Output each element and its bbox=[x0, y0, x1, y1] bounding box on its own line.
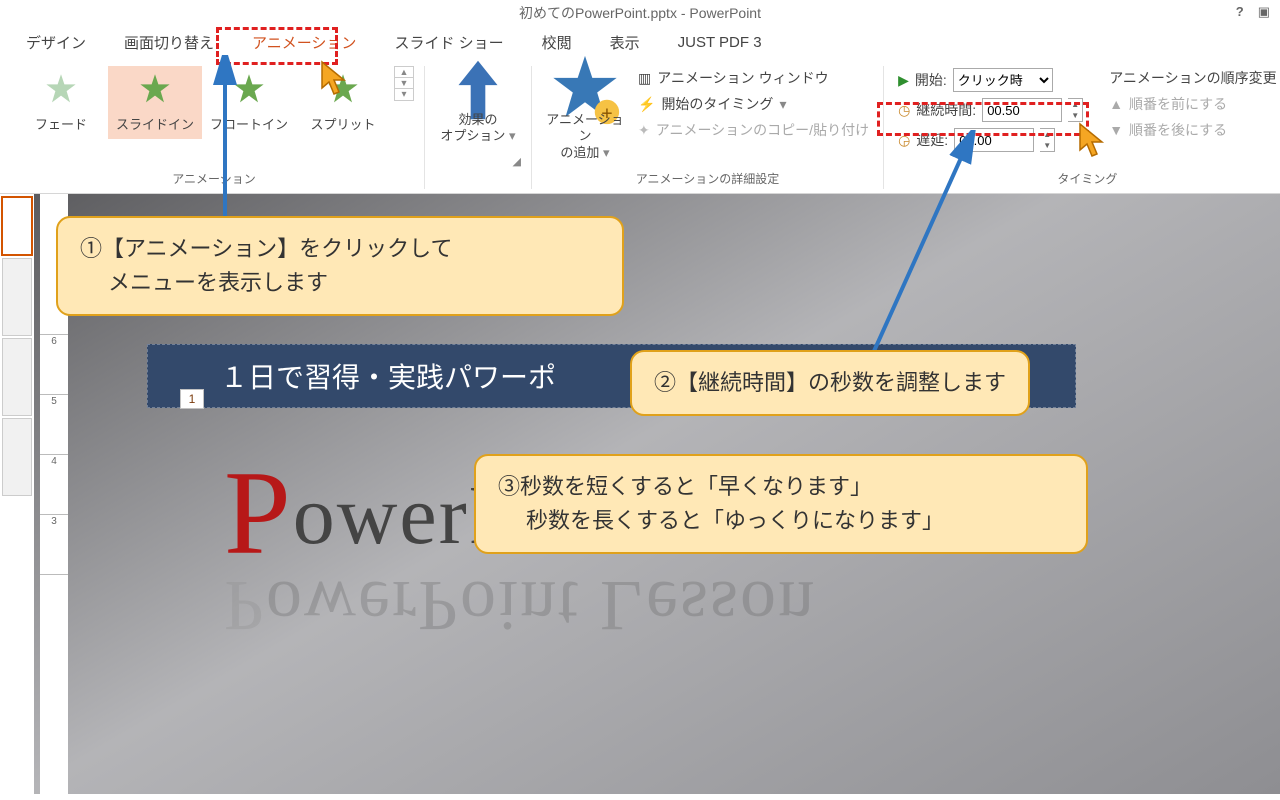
gallery-more-button[interactable]: ▲▼▾ bbox=[394, 66, 414, 101]
reorder-title: アニメーションの順序変更 bbox=[1109, 68, 1276, 88]
callout-step-2: ②【継続時間】の秒数を調整します bbox=[630, 350, 1030, 416]
callout-step-1: ①【アニメーション】をクリックして メニューを表示します bbox=[56, 216, 624, 316]
help-icon[interactable]: ? bbox=[1236, 4, 1244, 20]
add-animation-button[interactable]: + アニメーション の追加 ▾ bbox=[542, 66, 628, 165]
title-bar: 初めてのPowerPoint.pptx - PowerPoint ? ▣ bbox=[0, 0, 1280, 26]
tab-animations[interactable]: アニメーション bbox=[236, 26, 372, 59]
up-triangle-icon: ▲ bbox=[1109, 96, 1123, 112]
star-plus-icon: + bbox=[546, 70, 624, 110]
star-icon bbox=[43, 72, 79, 108]
pane-icon: ▥ bbox=[638, 70, 651, 87]
slide-thumb-3[interactable] bbox=[2, 338, 32, 416]
brush-icon: ✦ bbox=[638, 122, 650, 139]
clock-delay-icon: ◶ bbox=[898, 132, 910, 149]
delay-spinner[interactable]: ▲▼ bbox=[1040, 128, 1055, 152]
duration-input[interactable] bbox=[982, 98, 1062, 122]
lightning-icon: ⚡ bbox=[638, 96, 655, 113]
window-title: 初めてのPowerPoint.pptx - PowerPoint bbox=[519, 3, 761, 23]
start-row: ▶ 開始: クリック時 bbox=[898, 68, 1083, 92]
clock-icon: ◷ bbox=[898, 102, 910, 119]
ribbon: フェードスライドインフロートインスプリット▲▼▾ アニメーション 効果の オプシ… bbox=[0, 58, 1280, 194]
animation-effect-フロートイン[interactable]: フロートイン bbox=[202, 66, 296, 139]
slide-thumbnails[interactable] bbox=[0, 194, 35, 794]
down-triangle-icon: ▼ bbox=[1109, 122, 1123, 138]
tab-transitions[interactable]: 画面切り替え bbox=[108, 26, 230, 59]
duration-row: ◷ 継続時間: ▲▼ bbox=[898, 98, 1083, 122]
effect-options-button[interactable]: 効果の オプション ▾ bbox=[435, 66, 521, 149]
animation-effect-フェード[interactable]: フェード bbox=[14, 66, 108, 139]
delay-row: ◶ 遅延: ▲▼ bbox=[898, 128, 1083, 152]
move-later-button: ▼順番を後にする bbox=[1109, 120, 1276, 140]
callout-step-3: ③秒数を短くすると「早くなります」 秒数を長くすると「ゆっくりになります」 bbox=[474, 454, 1088, 554]
animation-effect-スプリット[interactable]: スプリット bbox=[296, 66, 390, 139]
group-label-timing: タイミング bbox=[1057, 172, 1117, 186]
tab-design[interactable]: デザイン bbox=[10, 26, 102, 59]
ribbon-tabs: デザイン 画面切り替え アニメーション スライド ショー 校閲 表示 JUST … bbox=[0, 26, 1280, 58]
star-icon bbox=[137, 72, 173, 108]
animation-pane-button[interactable]: ▥アニメーション ウィンドウ bbox=[638, 68, 869, 88]
delay-input[interactable] bbox=[954, 128, 1034, 152]
arrow-up-icon bbox=[439, 70, 517, 110]
animation-painter-button: ✦アニメーションのコピー/貼り付け bbox=[638, 120, 869, 140]
duration-spinner[interactable]: ▲▼ bbox=[1068, 98, 1083, 122]
slide-thumb-1[interactable] bbox=[1, 196, 33, 256]
animation-effect-スライドイン[interactable]: スライドイン bbox=[108, 66, 202, 139]
move-earlier-button: ▲順番を前にする bbox=[1109, 94, 1276, 114]
group-label-advanced: アニメーションの詳細設定 bbox=[636, 172, 780, 186]
slide-thumb-4[interactable] bbox=[2, 418, 32, 496]
ribbon-display-icon[interactable]: ▣ bbox=[1258, 4, 1270, 20]
dialog-launcher-icon[interactable]: ◢ bbox=[513, 155, 521, 168]
animation-index-tag[interactable]: 1 bbox=[180, 389, 204, 409]
trigger-button[interactable]: ⚡開始のタイミング ▾ bbox=[638, 94, 869, 114]
star-icon bbox=[325, 72, 361, 108]
star-icon bbox=[231, 72, 267, 108]
slide-thumb-2[interactable] bbox=[2, 258, 32, 336]
start-select[interactable]: クリック時 bbox=[953, 68, 1053, 92]
group-label-animation: アニメーション bbox=[172, 172, 256, 186]
play-icon: ▶ bbox=[898, 72, 909, 89]
tab-justpdf[interactable]: JUST PDF 3 bbox=[662, 28, 778, 57]
animation-gallery[interactable]: フェードスライドインフロートインスプリット▲▼▾ bbox=[14, 66, 414, 166]
